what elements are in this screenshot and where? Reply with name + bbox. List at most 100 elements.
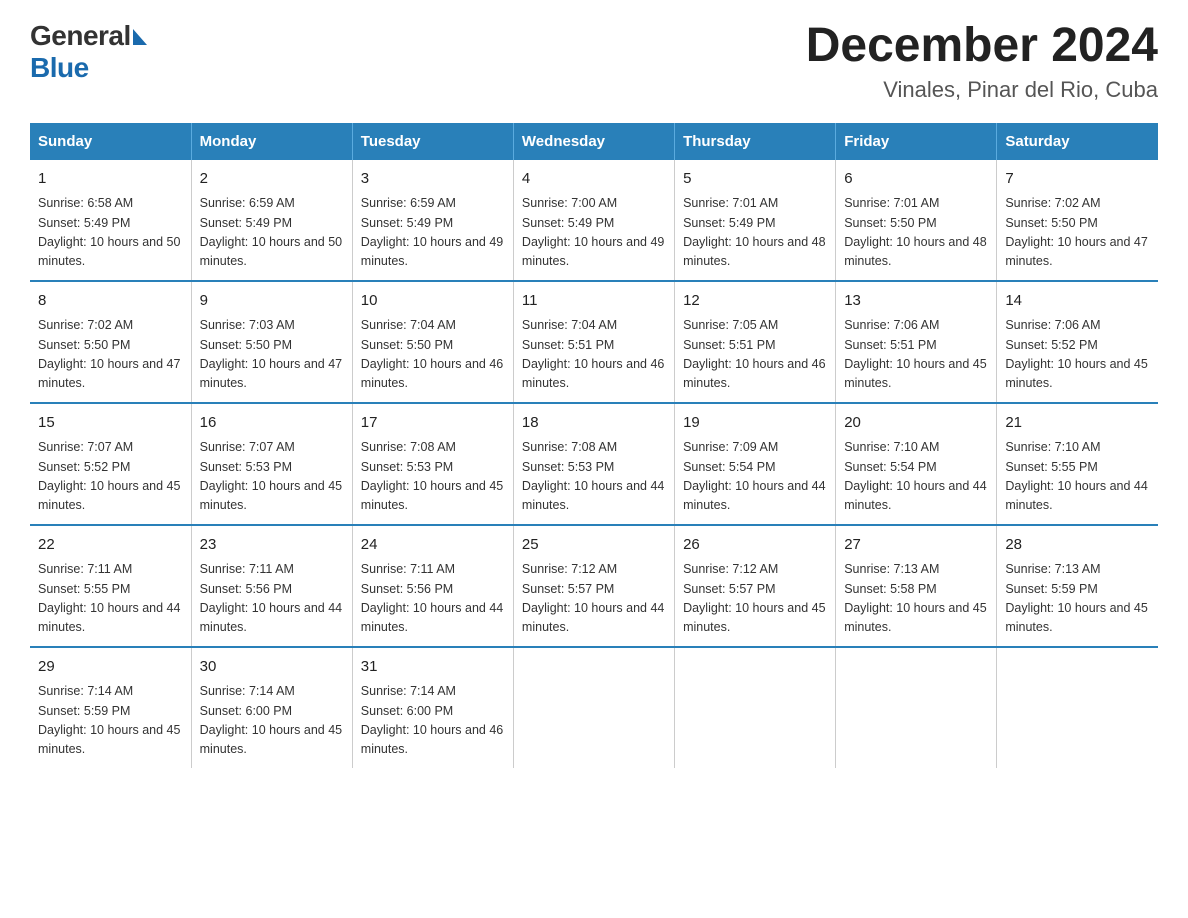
day-sun-info: Sunrise: 7:06 AMSunset: 5:52 PMDaylight:… — [1005, 316, 1150, 394]
calendar-header: SundayMondayTuesdayWednesdayThursdayFrid… — [30, 123, 1158, 160]
day-number: 10 — [361, 290, 505, 313]
day-sun-info: Sunrise: 7:10 AMSunset: 5:54 PMDaylight:… — [844, 438, 988, 516]
day-number: 18 — [522, 412, 666, 435]
day-cell — [836, 647, 997, 768]
header: General Blue December 2024 Vinales, Pina… — [30, 20, 1158, 103]
day-number: 20 — [844, 412, 988, 435]
day-cell: 18 Sunrise: 7:08 AMSunset: 5:53 PMDayligh… — [513, 403, 674, 525]
day-cell: 17 Sunrise: 7:08 AMSunset: 5:53 PMDayligh… — [352, 403, 513, 525]
day-sun-info: Sunrise: 7:14 AMSunset: 6:00 PMDaylight:… — [200, 682, 344, 760]
day-number: 5 — [683, 168, 827, 191]
day-sun-info: Sunrise: 7:07 AMSunset: 5:53 PMDaylight:… — [200, 438, 344, 516]
day-number: 16 — [200, 412, 344, 435]
day-sun-info: Sunrise: 7:14 AMSunset: 5:59 PMDaylight:… — [38, 682, 183, 760]
week-row-3: 15 Sunrise: 7:07 AMSunset: 5:52 PMDayligh… — [30, 403, 1158, 525]
day-cell: 5 Sunrise: 7:01 AMSunset: 5:49 PMDaylight… — [675, 160, 836, 281]
day-cell: 12 Sunrise: 7:05 AMSunset: 5:51 PMDayligh… — [675, 281, 836, 403]
day-cell: 15 Sunrise: 7:07 AMSunset: 5:52 PMDayligh… — [30, 403, 191, 525]
day-number: 13 — [844, 290, 988, 313]
day-cell: 6Sunrise: 7:01 AMSunset: 5:50 PMDaylight… — [836, 160, 997, 281]
day-cell: 20 Sunrise: 7:10 AMSunset: 5:54 PMDayligh… — [836, 403, 997, 525]
day-number: 1 — [38, 168, 183, 191]
day-number: 29 — [38, 656, 183, 679]
day-cell: 2Sunrise: 6:59 AMSunset: 5:49 PMDaylight… — [191, 160, 352, 281]
day-number: 23 — [200, 534, 344, 557]
day-number: 27 — [844, 534, 988, 557]
day-cell — [997, 647, 1158, 768]
day-number: 12 — [683, 290, 827, 313]
day-sun-info: Sunrise: 7:08 AMSunset: 5:53 PMDaylight:… — [361, 438, 505, 516]
day-cell: 13 Sunrise: 7:06 AMSunset: 5:51 PMDayligh… — [836, 281, 997, 403]
logo-blue-text: Blue — [30, 52, 89, 83]
day-number: 30 — [200, 656, 344, 679]
logo-triangle-icon — [133, 29, 147, 45]
day-sun-info: Sunrise: 7:13 AMSunset: 5:59 PMDaylight:… — [1005, 560, 1150, 638]
day-cell: 7Sunrise: 7:02 AMSunset: 5:50 PMDaylight… — [997, 160, 1158, 281]
day-cell: 14 Sunrise: 7:06 AMSunset: 5:52 PMDayligh… — [997, 281, 1158, 403]
day-sun-info: Sunrise: 7:04 AMSunset: 5:51 PMDaylight:… — [522, 316, 666, 394]
title-section: December 2024 Vinales, Pinar del Rio, Cu… — [806, 20, 1158, 103]
day-sun-info: Sunrise: 7:06 AMSunset: 5:51 PMDaylight:… — [844, 316, 988, 394]
day-sun-info: Sunrise: 7:01 AMSunset: 5:49 PMDaylight:… — [683, 194, 827, 272]
day-number: 24 — [361, 534, 505, 557]
subtitle: Vinales, Pinar del Rio, Cuba — [806, 77, 1158, 103]
day-cell: 23 Sunrise: 7:11 AMSunset: 5:56 PMDayligh… — [191, 525, 352, 647]
day-sun-info: Sunrise: 6:59 AMSunset: 5:49 PMDaylight:… — [361, 194, 505, 272]
day-cell: 3 Sunrise: 6:59 AMSunset: 5:49 PMDaylight… — [352, 160, 513, 281]
day-cell: 8Sunrise: 7:02 AMSunset: 5:50 PMDaylight… — [30, 281, 191, 403]
day-of-week-thursday: Thursday — [675, 123, 836, 160]
day-cell: 11 Sunrise: 7:04 AMSunset: 5:51 PMDayligh… — [513, 281, 674, 403]
day-sun-info: Sunrise: 7:10 AMSunset: 5:55 PMDaylight:… — [1005, 438, 1150, 516]
day-sun-info: Sunrise: 7:08 AMSunset: 5:53 PMDaylight:… — [522, 438, 666, 516]
day-of-week-wednesday: Wednesday — [513, 123, 674, 160]
day-sun-info: Sunrise: 7:11 AMSunset: 5:56 PMDaylight:… — [200, 560, 344, 638]
day-cell: 19Sunrise: 7:09 AMSunset: 5:54 PMDayligh… — [675, 403, 836, 525]
calendar-table: SundayMondayTuesdayWednesdayThursdayFrid… — [30, 123, 1158, 768]
day-cell: 26 Sunrise: 7:12 AMSunset: 5:57 PMDayligh… — [675, 525, 836, 647]
week-row-4: 22Sunrise: 7:11 AMSunset: 5:55 PMDayligh… — [30, 525, 1158, 647]
day-sun-info: Sunrise: 7:14 AMSunset: 6:00 PMDaylight:… — [361, 682, 505, 760]
day-cell — [513, 647, 674, 768]
week-row-5: 29 Sunrise: 7:14 AMSunset: 5:59 PMDayligh… — [30, 647, 1158, 768]
day-number: 17 — [361, 412, 505, 435]
day-cell: 21 Sunrise: 7:10 AMSunset: 5:55 PMDayligh… — [997, 403, 1158, 525]
day-number: 4 — [522, 168, 666, 191]
week-row-1: 1 Sunrise: 6:58 AMSunset: 5:49 PMDaylight… — [30, 160, 1158, 281]
day-sun-info: Sunrise: 7:07 AMSunset: 5:52 PMDaylight:… — [38, 438, 183, 516]
day-sun-info: Sunrise: 7:04 AMSunset: 5:50 PMDaylight:… — [361, 316, 505, 394]
main-title: December 2024 — [806, 20, 1158, 73]
logo-general-text: General — [30, 20, 131, 52]
day-number: 11 — [522, 290, 666, 313]
day-number: 21 — [1005, 412, 1150, 435]
day-cell: 10 Sunrise: 7:04 AMSunset: 5:50 PMDayligh… — [352, 281, 513, 403]
day-number: 26 — [683, 534, 827, 557]
day-cell: 4 Sunrise: 7:00 AMSunset: 5:49 PMDaylight… — [513, 160, 674, 281]
day-cell: 22Sunrise: 7:11 AMSunset: 5:55 PMDayligh… — [30, 525, 191, 647]
day-number: 14 — [1005, 290, 1150, 313]
day-cell: 27Sunrise: 7:13 AMSunset: 5:58 PMDayligh… — [836, 525, 997, 647]
day-number: 3 — [361, 168, 505, 191]
day-sun-info: Sunrise: 7:05 AMSunset: 5:51 PMDaylight:… — [683, 316, 827, 394]
day-sun-info: Sunrise: 7:12 AMSunset: 5:57 PMDaylight:… — [683, 560, 827, 638]
days-of-week-row: SundayMondayTuesdayWednesdayThursdayFrid… — [30, 123, 1158, 160]
day-cell: 30 Sunrise: 7:14 AMSunset: 6:00 PMDayligh… — [191, 647, 352, 768]
day-number: 9 — [200, 290, 344, 313]
day-cell: 31Sunrise: 7:14 AMSunset: 6:00 PMDayligh… — [352, 647, 513, 768]
day-of-week-monday: Monday — [191, 123, 352, 160]
day-cell: 28 Sunrise: 7:13 AMSunset: 5:59 PMDayligh… — [997, 525, 1158, 647]
day-number: 28 — [1005, 534, 1150, 557]
day-sun-info: Sunrise: 6:59 AMSunset: 5:49 PMDaylight:… — [200, 194, 344, 272]
day-sun-info: Sunrise: 7:09 AMSunset: 5:54 PMDaylight:… — [683, 438, 827, 516]
day-sun-info: Sunrise: 7:12 AMSunset: 5:57 PMDaylight:… — [522, 560, 666, 638]
day-cell — [675, 647, 836, 768]
day-sun-info: Sunrise: 7:02 AMSunset: 5:50 PMDaylight:… — [1005, 194, 1150, 272]
day-sun-info: Sunrise: 7:00 AMSunset: 5:49 PMDaylight:… — [522, 194, 666, 272]
day-sun-info: Sunrise: 7:11 AMSunset: 5:55 PMDaylight:… — [38, 560, 183, 638]
calendar-body: 1 Sunrise: 6:58 AMSunset: 5:49 PMDaylight… — [30, 160, 1158, 768]
day-sun-info: Sunrise: 7:03 AMSunset: 5:50 PMDaylight:… — [200, 316, 344, 394]
day-sun-info: Sunrise: 6:58 AMSunset: 5:49 PMDaylight:… — [38, 194, 183, 272]
day-of-week-tuesday: Tuesday — [352, 123, 513, 160]
day-number: 15 — [38, 412, 183, 435]
day-of-week-sunday: Sunday — [30, 123, 191, 160]
day-number: 6 — [844, 168, 988, 191]
